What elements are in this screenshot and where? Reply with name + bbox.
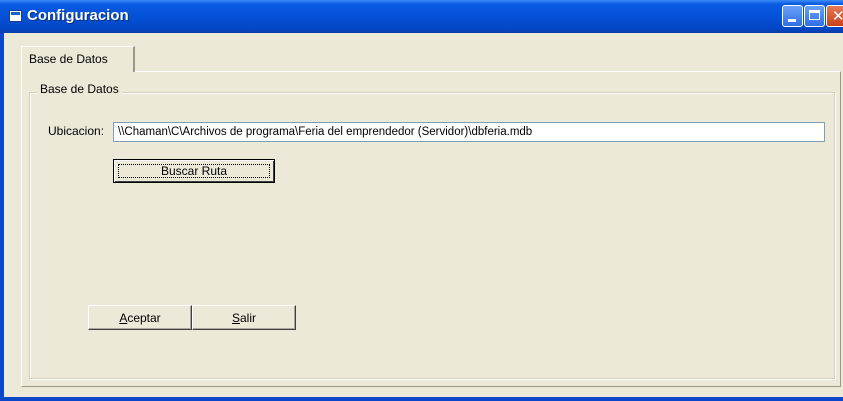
accept-button[interactable]: Aceptar [88, 305, 192, 330]
window-title: Configuracion [27, 7, 129, 24]
browse-path-label: Buscar Ruta [160, 164, 228, 178]
minimize-button[interactable] [782, 5, 803, 27]
exit-button[interactable]: Salir [192, 305, 296, 330]
exit-mnemonic: S [231, 311, 240, 325]
close-button[interactable]: ✕ [826, 5, 843, 27]
configuracion-window: Configuracion ✕ Base de Datos Base de Da… [0, 0, 843, 401]
close-icon: ✕ [832, 7, 843, 25]
title-bar[interactable]: Configuracion ✕ [0, 0, 843, 33]
location-label: Ubicacion: [48, 124, 105, 138]
tab-base-de-datos[interactable]: Base de Datos [21, 46, 135, 72]
browse-path-button[interactable]: Buscar Ruta [113, 159, 275, 183]
exit-label: Salir [193, 311, 295, 325]
app-icon[interactable] [9, 10, 22, 22]
window-frame-left [0, 33, 4, 401]
maximize-button[interactable] [804, 5, 825, 27]
maximize-icon [809, 10, 820, 20]
location-input[interactable] [113, 122, 825, 142]
exit-label-rest: alir [240, 311, 257, 325]
accept-label: Aceptar [89, 311, 191, 325]
accept-label-rest: ceptar [127, 311, 161, 325]
groupbox-caption: Base de Datos [37, 82, 122, 96]
minimize-icon [788, 19, 796, 22]
tab-label: Base de Datos [29, 52, 108, 66]
window-frame-bottom [0, 397, 843, 401]
